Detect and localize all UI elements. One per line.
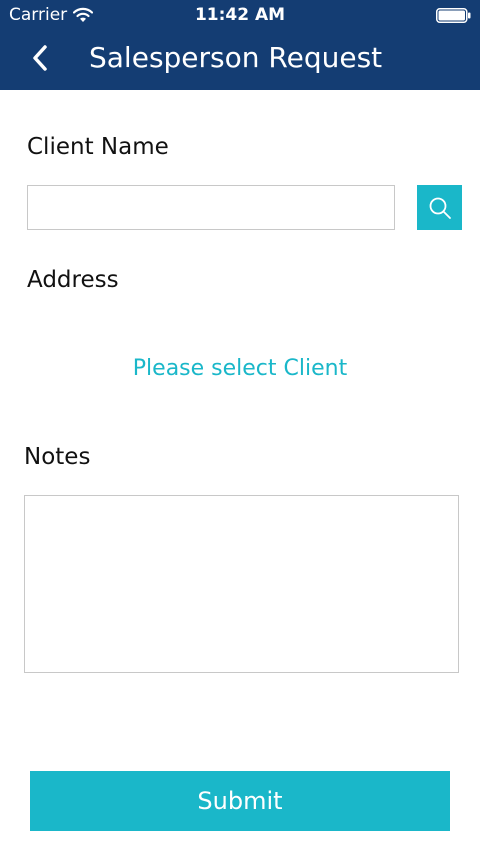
status-time: 11:42 AM [194,5,286,25]
notes-textarea[interactable] [24,495,459,673]
search-client-button[interactable] [417,185,462,230]
battery-icon [436,8,471,23]
page-title: Salesperson Request [89,41,383,74]
address-label: Address [27,267,119,293]
chevron-left-icon [33,45,47,71]
search-icon [429,197,451,219]
client-name-label: Client Name [27,134,169,160]
notes-label: Notes [24,444,91,470]
submit-button[interactable]: Submit [30,771,450,831]
status-bar: Carrier 11:42 AM [0,0,480,32]
back-button[interactable] [24,40,56,76]
nav-bar: Salesperson Request [0,32,480,90]
client-name-input[interactable] [27,185,395,230]
app-header: Carrier 11:42 AM Salesperson Request [0,0,480,90]
address-placeholder: Please select Client [132,356,348,381]
